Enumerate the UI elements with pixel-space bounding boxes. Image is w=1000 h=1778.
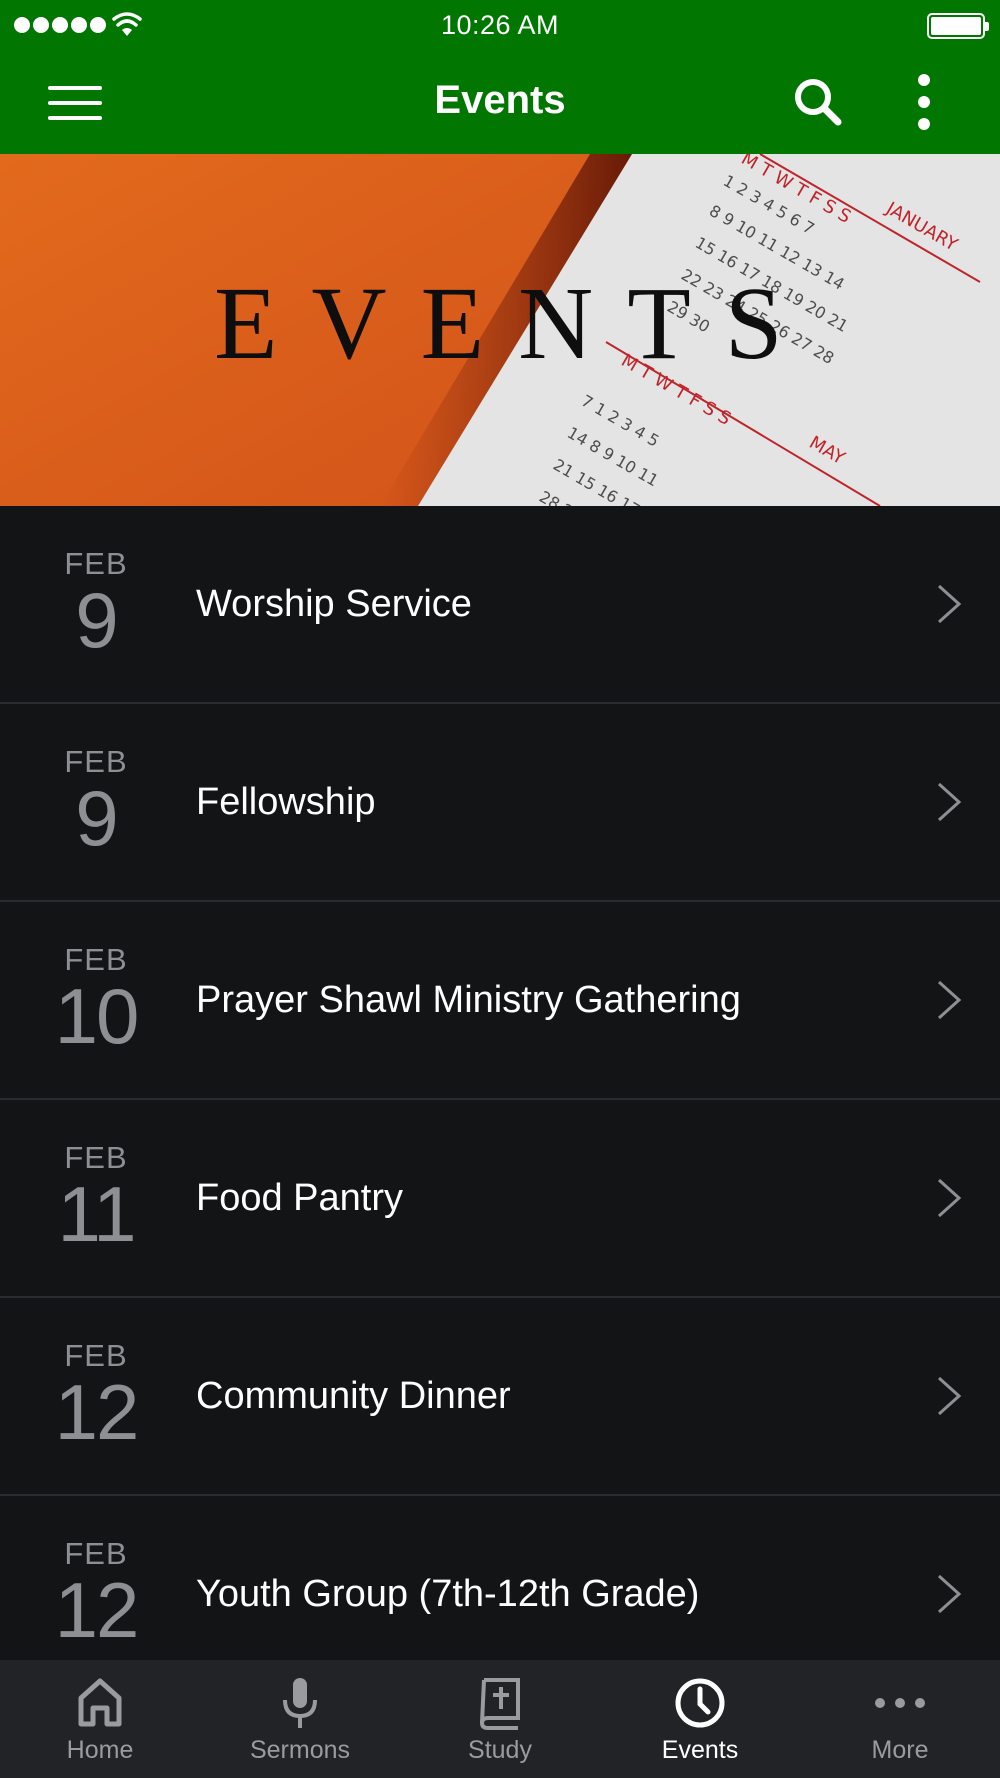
tab-label: Study (468, 1736, 532, 1764)
event-date: FEB 12 (40, 1538, 152, 1649)
chevron-right-icon (937, 980, 962, 1020)
banner-title: EVENTS (214, 266, 817, 381)
event-title: Worship Service (196, 583, 472, 625)
chevron-right-icon (937, 1178, 962, 1218)
status-time: 10:26 AM (440, 10, 560, 40)
event-date: FEB 9 (40, 548, 152, 659)
event-month: FEB (64, 1536, 128, 1571)
event-row[interactable]: FEB 10 Prayer Shawl Ministry Gathering (0, 902, 1000, 1100)
battery-icon (927, 13, 989, 39)
tab-more[interactable]: More (800, 1660, 1000, 1778)
tab-label: Home (66, 1736, 134, 1764)
events-banner: 1 2 3 4 5 6 7 8 9 10 11 12 13 14 15 16 1… (0, 154, 1000, 506)
tab-bar: Home Sermons Study Events More (0, 1660, 1000, 1778)
bible-icon (479, 1678, 520, 1730)
microphone-icon (283, 1678, 317, 1728)
page-title: Events (434, 78, 566, 122)
clock-icon (675, 1678, 725, 1728)
tab-label: Events (661, 1736, 739, 1764)
more-options-icon[interactable] (908, 74, 940, 130)
event-date: FEB 12 (40, 1340, 152, 1451)
tab-home[interactable]: Home (0, 1660, 200, 1778)
event-month: FEB (64, 1338, 128, 1373)
event-month: FEB (64, 1140, 128, 1175)
status-bar: 10:26 AM (0, 0, 1000, 52)
event-month: FEB (64, 546, 128, 581)
event-row[interactable]: FEB 9 Fellowship (0, 704, 1000, 902)
more-icon (875, 1698, 925, 1708)
tab-events[interactable]: Events (600, 1660, 800, 1778)
event-title: Prayer Shawl Ministry Gathering (196, 979, 741, 1021)
event-date: FEB 9 (40, 746, 152, 857)
tab-label: More (871, 1736, 929, 1764)
event-row[interactable]: FEB 12 Community Dinner (0, 1298, 1000, 1496)
tab-label: Sermons (249, 1736, 351, 1764)
chevron-right-icon (937, 1376, 962, 1416)
event-row[interactable]: FEB 11 Food Pantry (0, 1100, 1000, 1298)
chevron-right-icon (937, 584, 962, 624)
event-date: FEB 10 (40, 944, 152, 1055)
search-icon[interactable] (792, 76, 844, 128)
event-title: Community Dinner (196, 1375, 511, 1417)
event-title: Fellowship (196, 781, 376, 823)
event-day: 12 (54, 1566, 140, 1654)
event-month: FEB (64, 744, 128, 779)
home-icon (78, 1678, 122, 1727)
event-month: FEB (64, 942, 128, 977)
tab-study[interactable]: Study (400, 1660, 600, 1778)
event-day: 9 (75, 774, 118, 862)
event-day: 9 (75, 576, 118, 664)
nav-bar: Events (0, 52, 1000, 154)
event-day: 11 (57, 1170, 137, 1258)
event-list: FEB 9 Worship Service FEB 9 Fellowship F… (0, 506, 1000, 1694)
event-day: 10 (54, 972, 140, 1060)
chevron-right-icon (937, 1574, 962, 1614)
chevron-right-icon (937, 782, 962, 822)
event-title: Food Pantry (196, 1177, 403, 1219)
event-row[interactable]: FEB 9 Worship Service (0, 506, 1000, 704)
event-date: FEB 11 (40, 1142, 152, 1253)
tab-sermons[interactable]: Sermons (200, 1660, 400, 1778)
event-day: 12 (54, 1368, 140, 1456)
